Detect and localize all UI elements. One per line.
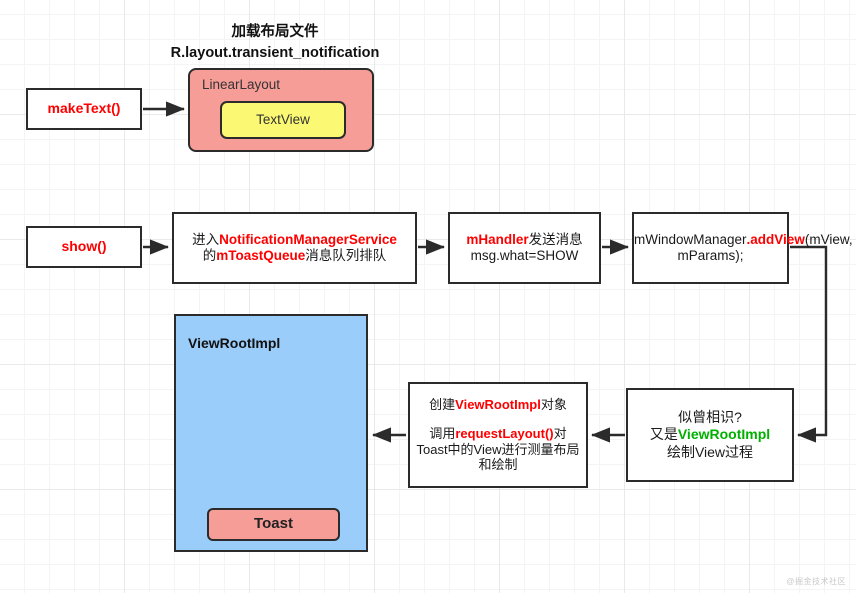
diagram-title: 加载布局文件 R.layout.transient_notification — [150, 22, 400, 64]
node-make-text[interactable]: makeText() — [26, 88, 142, 130]
diagram-title-line2: R.layout.transient_notification — [170, 45, 380, 62]
node-view-root-impl-label: ViewRootImpl — [188, 335, 281, 351]
nms-part-4: mToastQueue — [216, 248, 306, 263]
node-toast[interactable]: Toast — [207, 508, 340, 541]
create-vri-part-1: 创建 — [429, 396, 456, 412]
watermark: @掘金技术社区 — [786, 577, 846, 586]
mhandler-part-2: 发送消息 — [528, 231, 583, 247]
nms-part-2: NotificationManagerService — [219, 231, 397, 247]
mhandler-part-3: msg.what=SHOW — [470, 248, 579, 263]
node-text-view-label: TextView — [256, 111, 310, 127]
node-create-vri-text: 创建ViewRootImpl对象 调用requestLayout()对Toast… — [410, 397, 586, 473]
mhandler-part-1: mHandler — [466, 231, 529, 247]
node-toast-label: Toast — [254, 515, 293, 533]
create-vri-part-3: 对象 — [540, 396, 567, 412]
node-mhandler-text: mHandler发送消息 msg.what=SHOW — [450, 232, 599, 265]
node-notification-manager-service[interactable]: 进入NotificationManagerService 的mToastQueue… — [172, 212, 417, 284]
again-vri-part-3: ViewRootImpl — [677, 426, 771, 443]
nms-part-1: 进入 — [192, 231, 220, 247]
node-show[interactable]: show() — [26, 226, 142, 268]
again-vri-part-4: 绘制View过程 — [666, 443, 754, 460]
again-vri-part-2: 又是 — [649, 426, 678, 443]
node-linear-layout-label: LinearLayout — [202, 77, 281, 92]
node-view-root-impl[interactable]: ViewRootImpl Toast — [174, 314, 368, 552]
node-again-view-root-impl[interactable]: 似曾相识? 又是ViewRootImpl 绘制View过程 — [626, 388, 794, 482]
wm-part-2: .addView — [746, 231, 805, 247]
nms-part-5: 消息队列排队 — [305, 248, 387, 263]
node-make-text-label: makeText() — [47, 100, 121, 117]
node-create-view-root-impl[interactable]: 创建ViewRootImpl对象 调用requestLayout()对Toast… — [408, 382, 588, 488]
node-nms-text: 进入NotificationManagerService 的mToastQueue… — [174, 232, 415, 265]
diagram-title-line1: 加载布局文件 — [231, 24, 319, 40]
create-vri-part-2: ViewRootImpl — [455, 396, 541, 412]
edge-windowmanager-to-againvri — [790, 245, 828, 443]
nms-part-3: 的 — [202, 248, 217, 263]
node-text-view[interactable]: TextView — [220, 101, 346, 139]
node-window-manager-addview[interactable]: mWindowManager.addView(mView, mParams); — [630, 212, 853, 284]
node-mhandler[interactable]: mHandler发送消息 msg.what=SHOW — [448, 212, 601, 284]
node-window-manager-text: mWindowManager.addView(mView, mParams); — [630, 231, 853, 265]
create-vri-part-4: 调用 — [429, 425, 456, 441]
node-again-vri-text: 似曾相识? 又是ViewRootImpl 绘制View过程 — [628, 409, 792, 460]
again-vri-part-1: 似曾相识? — [678, 409, 742, 426]
create-vri-line2: 调用requestLayout()对Toast中的View进行测量布局和绘制 — [414, 426, 582, 474]
create-vri-line1: 创建ViewRootImpl对象 — [429, 397, 567, 412]
node-linear-layout[interactable]: LinearLayout TextView — [188, 68, 374, 152]
wm-part-1: mWindowManager — [634, 231, 747, 247]
diagram-canvas: 加载布局文件 R.layout.transient_notification m… — [0, 0, 856, 593]
create-vri-part-5: requestLayout() — [455, 425, 554, 441]
node-show-label: show() — [61, 238, 107, 255]
